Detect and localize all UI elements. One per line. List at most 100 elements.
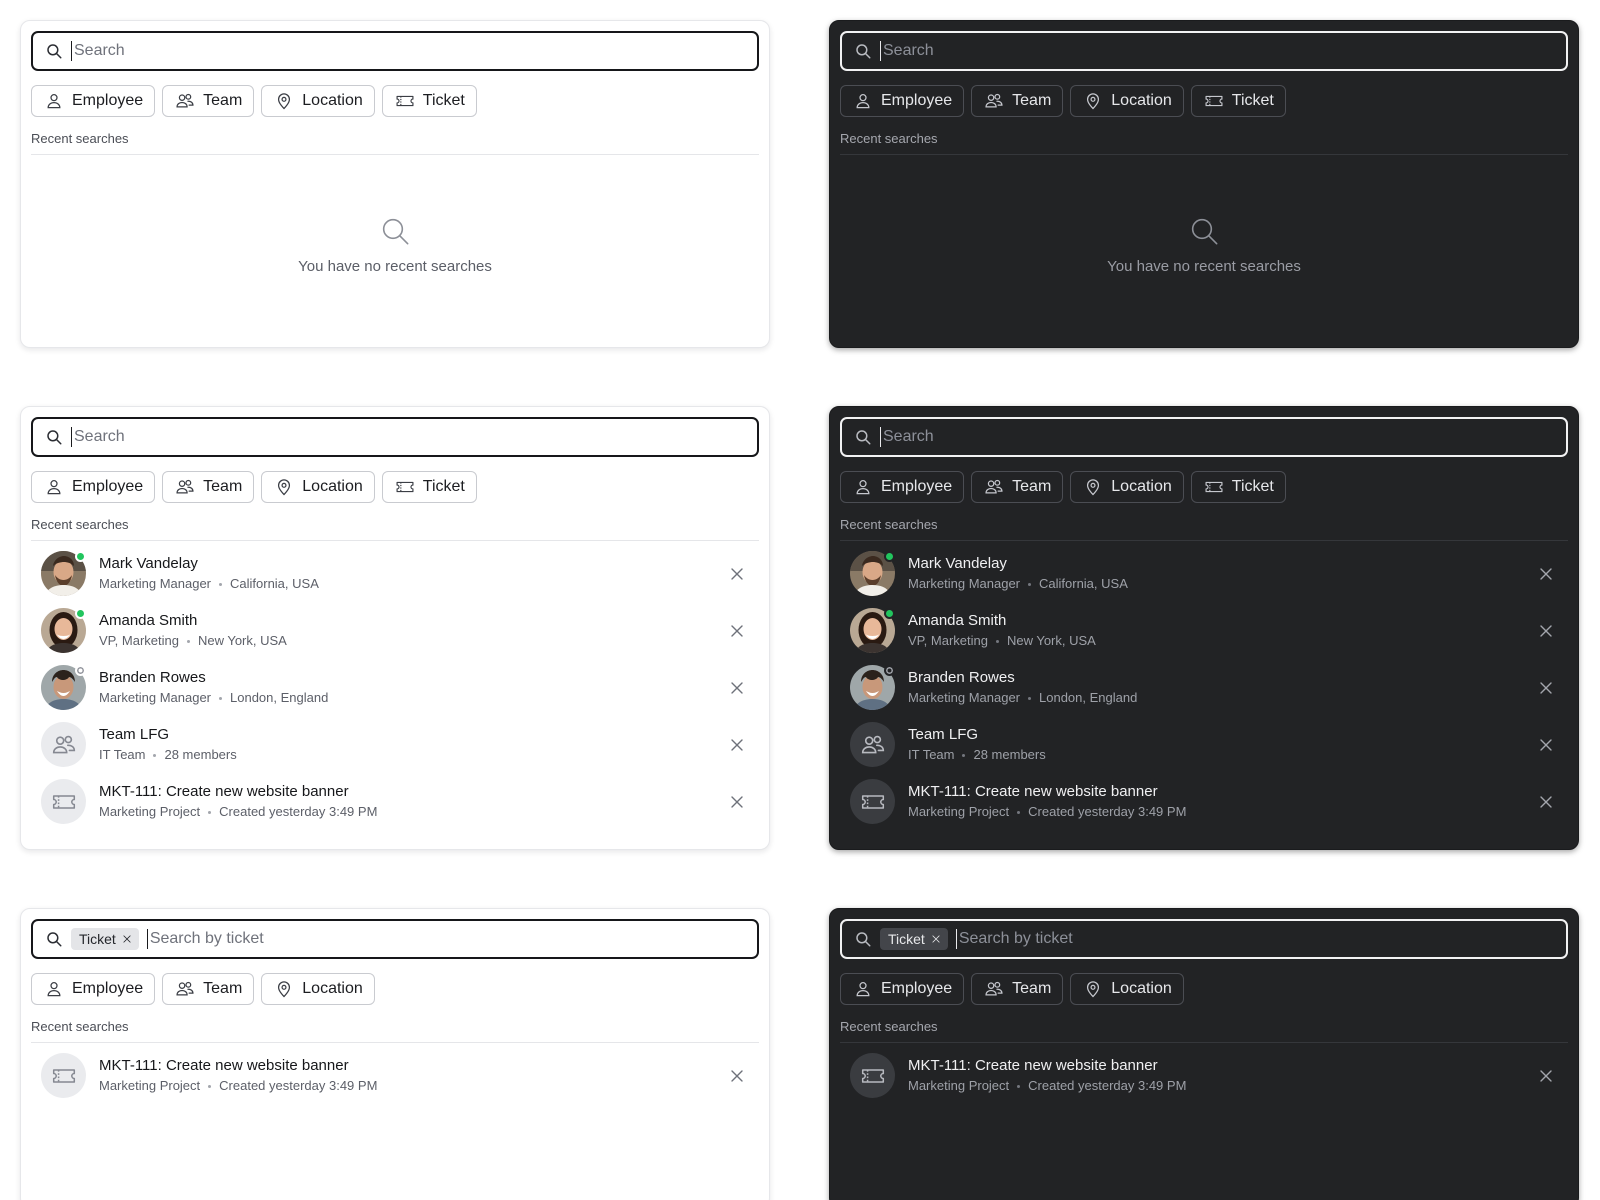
recent-searches-heading: Recent searches — [840, 517, 1568, 541]
remove-close-icon[interactable] — [1538, 1068, 1554, 1084]
online-status-dot — [884, 608, 895, 619]
filter-employee[interactable]: Employee — [31, 85, 156, 117]
filter-chips: Employee Team Location Ticket — [840, 471, 1568, 503]
remove-close-icon[interactable] — [1538, 794, 1554, 810]
recent-item-employee[interactable]: Mark Vandelay Marketing Manager California… — [31, 545, 759, 602]
filter-employee[interactable]: Employee — [31, 973, 156, 1005]
remove-close-icon[interactable] — [729, 1068, 745, 1084]
filter-employee[interactable]: Employee — [31, 471, 156, 503]
avatar — [41, 722, 86, 767]
item-subtitle: Marketing Manager — [99, 576, 211, 591]
filter-team[interactable]: Team — [971, 973, 1064, 1005]
search-bar[interactable]: Ticket Search by ticket — [31, 919, 759, 959]
filter-employee[interactable]: Employee — [840, 973, 965, 1005]
active-filter-tag[interactable]: Ticket — [880, 928, 948, 950]
filter-location-label: Location — [1111, 980, 1172, 997]
filter-ticket-label: Ticket — [422, 92, 465, 109]
map-pin-icon — [1083, 91, 1103, 111]
search-input[interactable]: Search by ticket — [150, 930, 745, 948]
close-icon[interactable] — [931, 934, 941, 944]
filter-location[interactable]: Location — [1070, 85, 1184, 117]
ticket-icon — [51, 1063, 77, 1089]
search-bar[interactable]: Search — [31, 417, 759, 457]
recent-item-team[interactable]: Team LFG IT Team 28 members — [840, 716, 1568, 773]
item-detail: Created yesterday 3:49 PM — [1028, 804, 1187, 819]
recent-item-ticket[interactable]: MKT-111: Create new website banner Market… — [840, 1047, 1568, 1104]
remove-close-icon[interactable] — [1538, 737, 1554, 753]
search-bar[interactable]: Search — [31, 31, 759, 71]
filter-ticket[interactable]: Ticket — [1190, 471, 1286, 503]
filter-location[interactable]: Location — [1070, 471, 1184, 503]
item-detail: London, England — [230, 690, 329, 705]
recent-item-employee[interactable]: Amanda Smith VP, Marketing New York, USA — [31, 602, 759, 659]
avatar — [850, 1053, 895, 1098]
recent-item-team[interactable]: Team LFG IT Team 28 members — [31, 716, 759, 773]
recent-item-ticket[interactable]: MKT-111: Create new website banner Market… — [31, 773, 759, 830]
search-icon — [379, 215, 411, 247]
map-pin-icon — [1083, 979, 1103, 999]
remove-close-icon[interactable] — [729, 623, 745, 639]
recent-item-ticket[interactable]: MKT-111: Create new website banner Market… — [840, 773, 1568, 830]
text-caret — [146, 929, 148, 949]
search-input[interactable]: Search — [74, 42, 745, 60]
empty-state: You have no recent searches — [31, 155, 759, 275]
offline-status-dot — [75, 665, 86, 676]
filter-location[interactable]: Location — [261, 973, 375, 1005]
search-input[interactable]: Search — [883, 428, 1554, 446]
item-subtitle: VP, Marketing — [908, 633, 988, 648]
recent-item-ticket[interactable]: MKT-111: Create new website banner Market… — [31, 1047, 759, 1104]
filter-location[interactable]: Location — [1070, 973, 1184, 1005]
close-icon[interactable] — [122, 934, 132, 944]
recent-searches-heading: Recent searches — [840, 1019, 1568, 1043]
ticket-icon — [1204, 91, 1224, 111]
recent-item-employee[interactable]: Branden Rowes Marketing Manager London, En… — [31, 659, 759, 716]
search-panel-light-recent: Search Employee Team Location Ticket Rec… — [20, 406, 770, 850]
search-icon — [854, 930, 872, 948]
recent-item-employee[interactable]: Branden Rowes Marketing Manager London, En… — [840, 659, 1568, 716]
remove-close-icon[interactable] — [729, 566, 745, 582]
remove-close-icon[interactable] — [729, 794, 745, 810]
filter-location[interactable]: Location — [261, 85, 375, 117]
recent-item-employee[interactable]: Mark Vandelay Marketing Manager California… — [840, 545, 1568, 602]
search-input[interactable]: Search by ticket — [959, 930, 1554, 948]
filter-team[interactable]: Team — [162, 973, 255, 1005]
filter-team[interactable]: Team — [162, 85, 255, 117]
item-title: MKT-111: Create new website banner — [99, 783, 349, 800]
users-icon — [984, 91, 1004, 111]
recent-item-employee[interactable]: Amanda Smith VP, Marketing New York, USA — [840, 602, 1568, 659]
search-panel-dark-ticket-filter: Ticket Search by ticket Employee Team Lo… — [829, 908, 1579, 1200]
filter-location[interactable]: Location — [261, 471, 375, 503]
separator-dot — [208, 1084, 212, 1088]
remove-close-icon[interactable] — [729, 680, 745, 696]
filter-team[interactable]: Team — [971, 471, 1064, 503]
map-pin-icon — [274, 477, 294, 497]
filter-team[interactable]: Team — [162, 471, 255, 503]
remove-close-icon[interactable] — [1538, 680, 1554, 696]
search-bar[interactable]: Ticket Search by ticket — [840, 919, 1568, 959]
search-icon — [45, 930, 63, 948]
filter-ticket[interactable]: Ticket — [1190, 85, 1286, 117]
search-bar[interactable]: Search — [840, 31, 1568, 71]
filter-ticket[interactable]: Ticket — [381, 85, 477, 117]
filter-employee[interactable]: Employee — [840, 85, 965, 117]
active-filter-tag[interactable]: Ticket — [71, 928, 139, 950]
users-icon — [175, 91, 195, 111]
separator-dot — [1017, 1084, 1021, 1088]
empty-state-text: You have no recent searches — [298, 258, 492, 275]
search-input[interactable]: Search — [74, 428, 745, 446]
ticket-icon — [51, 789, 77, 815]
user-icon — [853, 979, 873, 999]
remove-close-icon[interactable] — [729, 737, 745, 753]
filter-employee[interactable]: Employee — [840, 471, 965, 503]
search-input[interactable]: Search — [883, 42, 1554, 60]
filter-location-label: Location — [302, 478, 363, 495]
filter-ticket[interactable]: Ticket — [381, 471, 477, 503]
online-status-dot — [75, 608, 86, 619]
recent-list: Mark Vandelay Marketing Manager California… — [840, 545, 1568, 830]
user-icon — [853, 91, 873, 111]
remove-close-icon[interactable] — [1538, 623, 1554, 639]
users-icon — [51, 732, 77, 758]
search-bar[interactable]: Search — [840, 417, 1568, 457]
remove-close-icon[interactable] — [1538, 566, 1554, 582]
filter-team[interactable]: Team — [971, 85, 1064, 117]
